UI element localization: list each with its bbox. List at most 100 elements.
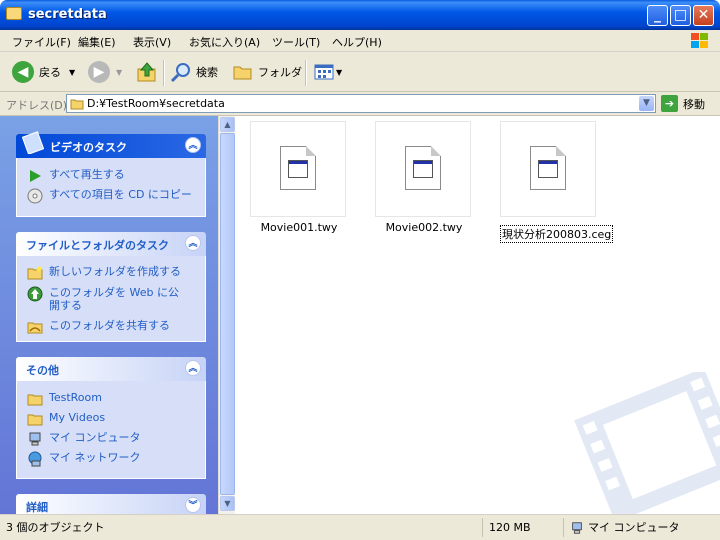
- file-name[interactable]: Movie001.twy: [250, 221, 348, 234]
- task-pane: ビデオのタスク ︽ すべて再生する すべての項目を CD にコピー ファイルとフ…: [0, 116, 218, 514]
- back-arrow-icon: ◀: [12, 61, 34, 83]
- collapse-chevron-icon[interactable]: ︽: [185, 137, 201, 153]
- status-location-label: マイ コンピュータ: [588, 521, 680, 534]
- back-button[interactable]: ◀ 戻る ▼: [12, 60, 75, 84]
- menu-view[interactable]: 表示(V): [133, 34, 171, 50]
- menu-favorites[interactable]: お気に入り(A): [189, 34, 260, 50]
- back-label: 戻る: [39, 66, 61, 79]
- file-item[interactable]: Movie002.twy: [375, 121, 473, 234]
- other-places-panel: TestRoom My Videos マイ コンピュータ マイ ネットワーク: [16, 381, 206, 479]
- menu-file[interactable]: ファイル(F): [12, 34, 71, 50]
- video-tasks-title: ビデオのタスク: [50, 141, 127, 154]
- document-icon: [530, 146, 566, 190]
- file-item[interactable]: Movie001.twy: [250, 121, 348, 234]
- folders-icon: [233, 66, 252, 80]
- folders-button[interactable]: フォルダ: [232, 60, 302, 84]
- up-folder-icon: [137, 62, 156, 82]
- minimize-button[interactable]: _: [647, 5, 668, 26]
- menu-edit[interactable]: 編集(E): [78, 34, 116, 50]
- search-button[interactable]: 検索: [170, 60, 218, 84]
- scroll-up-icon[interactable]: ▲: [220, 117, 235, 132]
- title-bar[interactable]: secretdata _ □ ✕: [0, 0, 720, 30]
- video-tasks-header[interactable]: ビデオのタスク ︽: [16, 131, 206, 158]
- folder-icon: [6, 7, 22, 20]
- collapse-chevron-icon[interactable]: ︽: [185, 235, 201, 251]
- share-folder-icon: [27, 322, 43, 334]
- task-share-folder[interactable]: このフォルダを共有する: [27, 319, 170, 335]
- folders-label: フォルダ: [258, 66, 302, 79]
- views-button[interactable]: ▼: [313, 60, 342, 84]
- up-folder-button[interactable]: [136, 60, 158, 84]
- network-icon: [28, 451, 42, 467]
- other-places-header[interactable]: その他 ︽: [16, 357, 206, 381]
- collapse-chevron-icon[interactable]: ︽: [185, 360, 201, 376]
- views-icon: [314, 64, 334, 80]
- details-header[interactable]: 詳細 ︾: [16, 494, 206, 514]
- play-icon: [30, 170, 41, 182]
- file-tasks-header[interactable]: ファイルとフォルダのタスク ︽: [16, 232, 206, 256]
- toolbar: ◀ 戻る ▼ ▶ ▼ 検索 フォルダ ▼: [0, 52, 720, 92]
- place-my-videos[interactable]: My Videos: [27, 411, 105, 427]
- address-bar: アドレス(D) D:¥TestRoom¥secretdata ▼ ➔ 移動: [0, 92, 720, 116]
- go-arrow-icon: ➔: [661, 95, 678, 112]
- file-thumbnail[interactable]: [250, 121, 346, 217]
- menu-bar: ファイル(F) 編集(E) 表示(V) お気に入り(A) ツール(T) ヘルプ(…: [0, 30, 720, 52]
- cd-copy-icon: [27, 188, 43, 204]
- file-thumbnail[interactable]: [375, 121, 471, 217]
- file-name[interactable]: Movie002.twy: [375, 221, 473, 234]
- folder-icon: [70, 99, 84, 110]
- address-label: アドレス(D): [6, 99, 68, 112]
- search-icon: [170, 63, 190, 83]
- scroll-thumb[interactable]: [220, 133, 235, 495]
- folder-icon: [27, 414, 43, 426]
- go-button[interactable]: ➔ 移動: [661, 95, 705, 112]
- film-icon: [22, 131, 44, 154]
- details-title: 詳細: [26, 501, 48, 514]
- address-input[interactable]: D:¥TestRoom¥secretdata ▼: [66, 94, 656, 113]
- status-object-count: 3 個のオブジェクト: [6, 521, 105, 534]
- new-folder-icon: [27, 266, 43, 280]
- task-pane-scrollbar[interactable]: ▲ ▼: [218, 116, 235, 514]
- document-icon: [280, 146, 316, 190]
- status-location: マイ コンピュータ: [563, 518, 680, 537]
- maximize-button[interactable]: □: [670, 5, 691, 26]
- place-my-computer[interactable]: マイ コンピュータ: [27, 431, 141, 447]
- close-button[interactable]: ✕: [693, 5, 714, 26]
- file-tasks-title: ファイルとフォルダのタスク: [26, 239, 169, 252]
- file-thumbnail[interactable]: [500, 121, 596, 217]
- task-copy-to-cd[interactable]: すべての項目を CD にコピー: [27, 188, 192, 204]
- expand-chevron-icon[interactable]: ︾: [185, 497, 201, 513]
- go-label: 移動: [683, 97, 705, 111]
- status-size: 120 MB: [482, 518, 565, 537]
- globe-icon: [27, 286, 43, 302]
- menu-tools[interactable]: ツール(T): [272, 34, 320, 50]
- forward-button[interactable]: ▶ ▼: [88, 60, 122, 84]
- folder-icon: [27, 394, 43, 406]
- address-value: D:¥TestRoom¥secretdata: [87, 97, 225, 110]
- file-view[interactable]: Movie001.twy Movie002.twy 現状分析200803.ceg: [235, 116, 720, 514]
- film-watermark-icon: [574, 372, 720, 514]
- window-title: secretdata: [28, 7, 107, 22]
- menu-help[interactable]: ヘルプ(H): [332, 34, 382, 50]
- views-dropdown-icon[interactable]: ▼: [336, 68, 342, 77]
- place-testroom[interactable]: TestRoom: [27, 391, 102, 407]
- task-new-folder[interactable]: 新しいフォルダを作成する: [27, 265, 181, 281]
- scroll-down-icon[interactable]: ▼: [220, 496, 235, 511]
- other-places-title: その他: [26, 364, 59, 377]
- computer-icon: [572, 521, 582, 534]
- video-tasks-panel: すべて再生する すべての項目を CD にコピー: [16, 158, 206, 217]
- search-label: 検索: [196, 66, 218, 79]
- file-item-selected[interactable]: 現状分析200803.ceg: [500, 121, 614, 243]
- address-dropdown-icon[interactable]: ▼: [639, 96, 654, 111]
- place-my-network[interactable]: マイ ネットワーク: [27, 451, 141, 467]
- file-tasks-panel: 新しいフォルダを作成する このフォルダを Web に公開する このフォルダを共有…: [16, 256, 206, 342]
- task-publish-web[interactable]: このフォルダを Web に公開する: [27, 286, 179, 312]
- forward-arrow-icon: ▶: [88, 61, 110, 83]
- forward-dropdown-icon[interactable]: ▼: [116, 68, 122, 77]
- file-name[interactable]: 現状分析200803.ceg: [500, 225, 614, 243]
- windows-logo-icon: [691, 33, 708, 48]
- back-dropdown-icon[interactable]: ▼: [69, 68, 75, 77]
- computer-icon: [29, 432, 41, 446]
- document-icon: [405, 146, 441, 190]
- task-play-all[interactable]: すべて再生する: [27, 168, 125, 184]
